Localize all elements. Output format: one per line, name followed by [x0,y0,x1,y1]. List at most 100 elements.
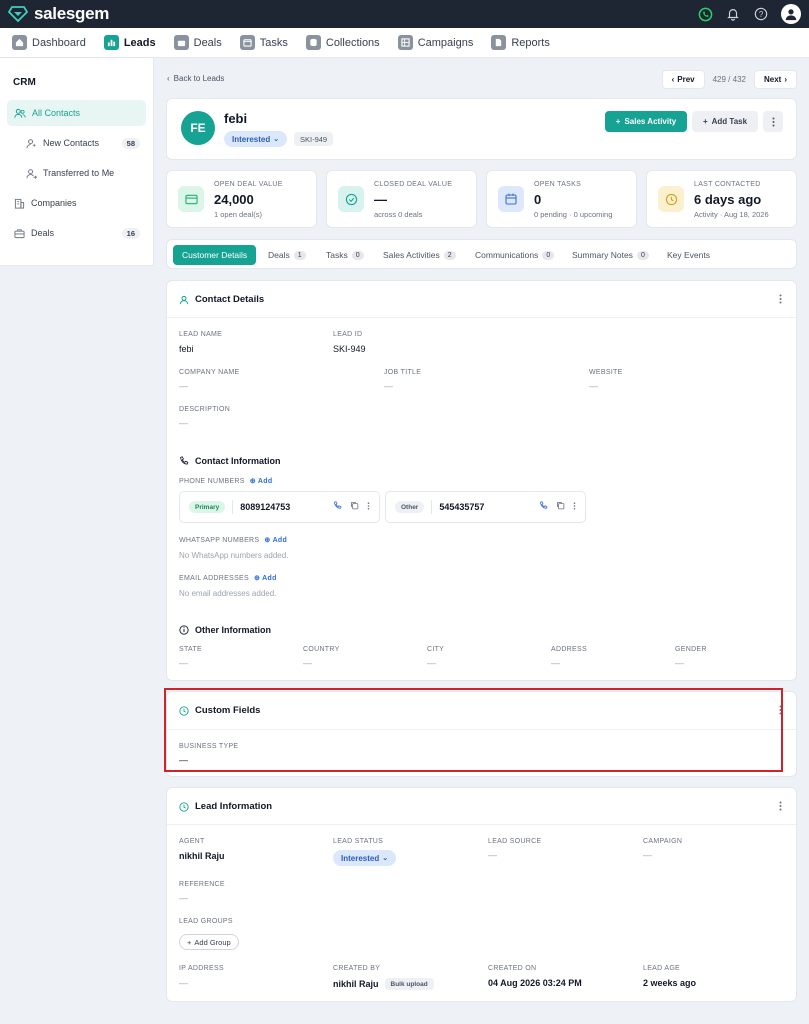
add-task-button[interactable]: + Add Task [692,111,758,132]
phone-more-icon[interactable] [573,501,576,513]
briefcase-icon [14,228,25,238]
nav-dashboard[interactable]: Dashboard [12,35,86,50]
users-icon [14,108,26,118]
tab-summary-notes[interactable]: Summary Notes 0 [563,245,658,265]
sidebar-item-deals[interactable]: Deals 16 [7,220,146,246]
sales-activity-button[interactable]: + Sales Activity [605,111,687,132]
divider [167,729,796,730]
agent-value: nikhil Raju [179,851,225,861]
table-icon [397,35,413,50]
lead-avatar: FE [181,111,215,145]
phone-number-primary: Primary 8089124753 [179,491,380,523]
add-email-link[interactable]: ⊕ Add [254,574,277,583]
help-icon[interactable]: ? [753,6,769,22]
kebab-icon [779,294,782,304]
custom-more-button[interactable] [779,705,782,718]
svg-text:?: ? [759,10,764,19]
plus-circle-icon: ⊕ [249,478,256,485]
stat-open-deal-value: OPEN DEAL VALUE 24,000 1 open deal(s) [166,170,317,228]
nav-deals[interactable]: Deals [173,35,222,50]
tab-key-events[interactable]: Key Events [658,245,719,265]
nav-leads[interactable]: Leads [103,35,156,50]
lead-info-more-button[interactable] [779,801,782,814]
prev-button[interactable]: ‹ Prev [661,70,705,89]
contact-details-card: Contact Details LEAD NAME febi LEAD ID S… [166,280,797,681]
tab-tasks[interactable]: Tasks 0 [317,245,373,265]
contact-more-button[interactable] [779,294,782,307]
plus-icon: + [615,117,621,126]
user-icon [179,295,189,304]
database-icon [305,35,321,50]
plus-icon: + [702,117,708,126]
sidebar-item-transferred[interactable]: Transferred to Me [7,160,146,186]
add-whatsapp-link[interactable]: ⊕ Add [264,536,287,545]
clock-icon [658,186,684,212]
lead-name: febi [224,111,248,126]
next-button[interactable]: Next › [753,70,797,89]
copy-icon[interactable] [556,501,565,513]
nav-tasks[interactable]: Tasks [239,35,288,50]
user-transfer-icon [26,168,37,179]
sparkle-user-icon [26,138,37,148]
chevron-right-icon: › [784,75,787,84]
phone-icon [180,456,189,465]
nav-collections[interactable]: Collections [305,35,380,50]
brand-logo[interactable]: salesgem [8,4,109,24]
custom-fields-card: Custom Fields BUSINESS TYPE — [166,691,797,777]
user-icon [785,9,797,21]
add-phone-link[interactable]: ⊕ Add [249,477,273,486]
back-to-leads-link[interactable]: ‹ Back to Leads [167,74,224,83]
sidebar-item-all-contacts[interactable]: All Contacts [7,100,146,126]
lead-information-card: Lead Information AGENT nikhil Raju LEAD … [166,787,797,1002]
business-type-value: — [179,755,188,765]
sidebar-item-companies[interactable]: Companies [7,190,146,216]
stat-closed-deal-value: CLOSED DEAL VALUE — across 0 deals [326,170,477,228]
plus-circle-icon: ⊕ [264,537,271,544]
kebab-icon [779,705,782,715]
plus-icon: + [187,937,192,947]
tab-sales-activities[interactable]: Sales Activities 2 [374,245,465,265]
copy-icon[interactable] [350,501,359,513]
plus-circle-icon: ⊕ [254,575,261,582]
other-information-title: Other Information [179,625,271,635]
more-options-button[interactable] [763,111,783,132]
whatsapp-icon[interactable] [697,6,713,22]
stat-open-tasks: OPEN TASKS 0 0 pending · 0 upcoming [486,170,637,228]
lead-status-dropdown[interactable]: Interested ⌄ [224,131,288,147]
divider [167,317,796,318]
document-icon [491,35,507,50]
detail-tabs: Customer Details Deals 1 Tasks 0 Sales Act… [166,239,797,269]
whatsapp-empty: No WhatsApp numbers added. [179,551,289,560]
briefcase-icon [173,35,189,50]
call-icon[interactable] [333,501,342,513]
tab-customer-details[interactable]: Customer Details [173,245,257,265]
chart-icon [103,35,119,50]
bell-icon[interactable] [725,6,741,22]
contact-information-title: Contact Information [179,456,281,466]
email-empty: No email addresses added. [179,589,277,598]
sidebar-item-new-contacts[interactable]: New Contacts 58 [7,130,146,156]
credit-card-icon [178,186,204,212]
clock-icon [179,705,189,716]
created-by-value: nikhil Raju Bulk upload [333,978,434,990]
tab-communications[interactable]: Communications 0 [466,245,563,265]
add-group-button[interactable]: + Add Group [179,934,239,950]
divider [167,824,796,825]
tab-deals[interactable]: Deals 1 [259,245,315,265]
chevron-down-icon: ⌄ [273,136,280,143]
phone-more-icon[interactable] [367,501,370,513]
new-contacts-count: 58 [121,137,140,149]
nav-reports[interactable]: Reports [491,35,550,50]
stat-last-contacted: LAST CONTACTED 6 days ago Activity · Aug… [646,170,797,228]
sidebar: CRM All Contacts New Contacts 58 Transfe… [0,58,154,266]
lead-name-value: febi [179,344,194,354]
lead-status-select[interactable]: Interested ⌄ [333,850,397,866]
check-circle-icon [338,186,364,212]
chevron-left-icon: ‹ [671,75,675,84]
nav-campaigns[interactable]: Campaigns [397,35,473,50]
main-nav: Dashboard Leads Deals Tasks Collections … [0,28,809,58]
user-avatar[interactable] [781,4,801,24]
clock-icon [179,801,189,812]
call-icon[interactable] [539,501,548,513]
info-icon [179,625,189,635]
